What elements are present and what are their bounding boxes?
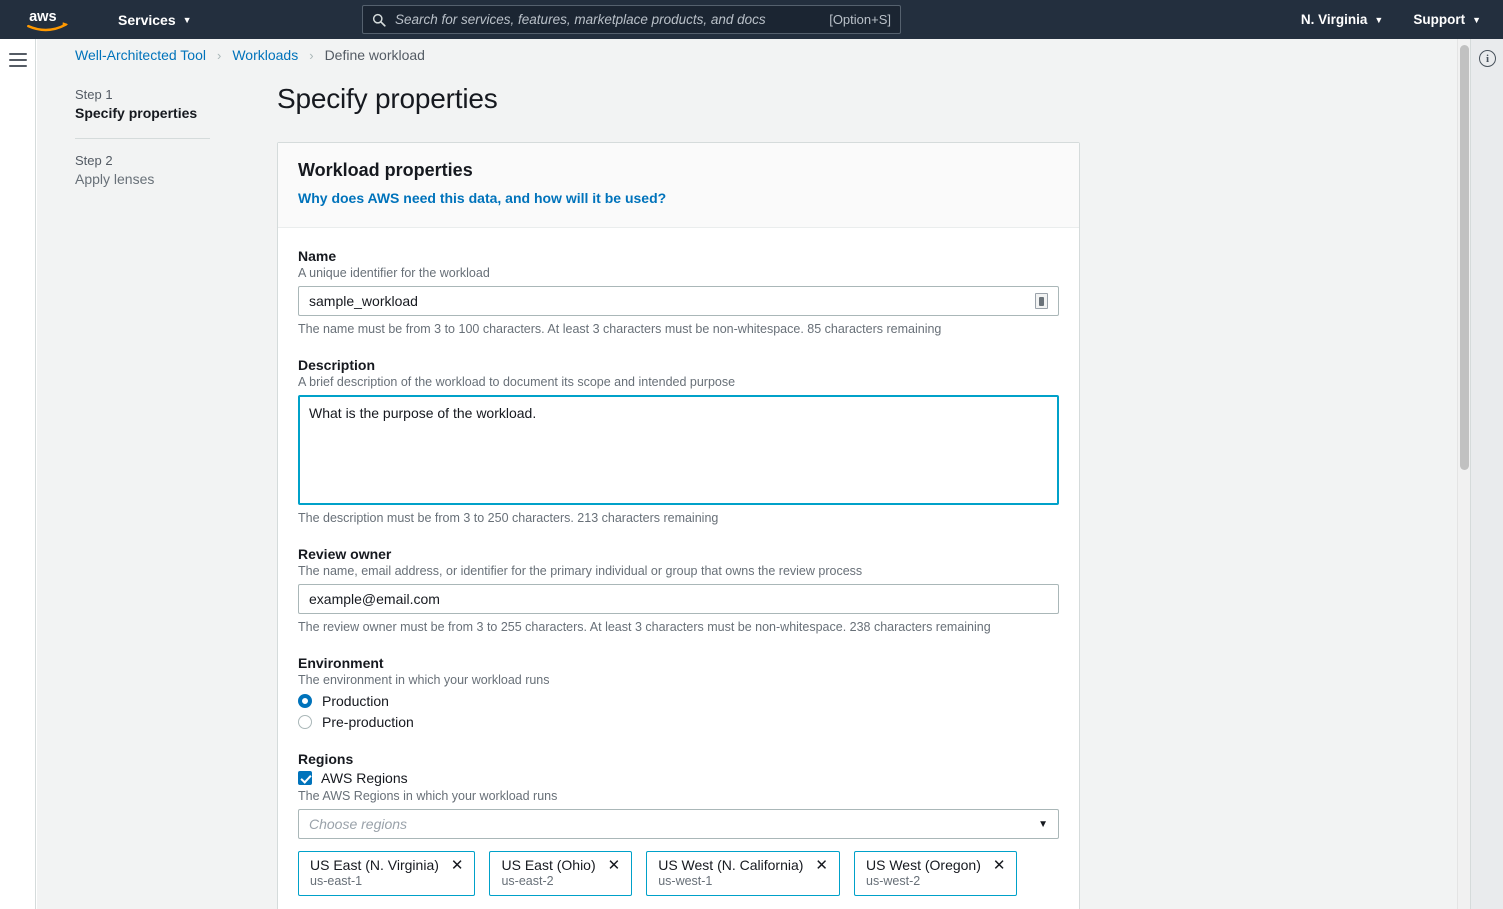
description-description: A brief description of the workload to d… — [298, 375, 736, 389]
step-number: Step 1 — [75, 87, 113, 102]
field-group-name: Name A unique identifier for the workloa… — [298, 248, 1059, 336]
review-owner-hint: The review owner must be from 3 to 255 c… — [298, 620, 991, 634]
selected-regions-token-list: US East (N. Virginia) ✕ us-east-1 US Eas… — [298, 851, 1059, 896]
description-label: Description — [298, 357, 376, 373]
regions-select-placeholder: Choose regions — [309, 816, 408, 832]
breadcrumb-separator-icon: › — [309, 47, 314, 63]
review-owner-input[interactable]: example@email.com — [298, 584, 1059, 614]
checkbox-aws-regions[interactable]: AWS Regions — [298, 770, 1059, 786]
hamburger-menu-icon[interactable] — [9, 53, 27, 67]
region-token[interactable]: US West (N. California) ✕ us-west-1 — [646, 851, 840, 896]
region-token-name: US East (Ohio) — [501, 857, 596, 873]
review-owner-label: Review owner — [298, 546, 392, 562]
environment-description: The environment in which your workload r… — [298, 673, 550, 687]
breadcrumb-separator-icon: › — [216, 47, 222, 63]
region-token-name: US West (Oregon) — [866, 857, 981, 873]
app-body: Well-Architected Tool › Workloads › Defi… — [0, 39, 1503, 909]
region-token[interactable]: US East (Ohio) ✕ us-east-2 — [489, 851, 633, 896]
svg-text:aws: aws — [29, 8, 57, 24]
card-title: Workload properties — [298, 160, 473, 180]
radio-production-label: Production — [322, 693, 389, 709]
step-title: Apply lenses — [75, 171, 155, 187]
description-textarea-value: What is the purpose of the workload. — [309, 405, 537, 421]
chevron-down-icon: ▼ — [1038, 818, 1048, 830]
regions-description: The AWS Regions in which your workload r… — [298, 789, 558, 803]
radio-production[interactable]: Production — [298, 693, 1059, 709]
field-group-regions: Regions AWS Regions The AWS Regions in w… — [298, 751, 1059, 896]
region-token[interactable]: US East (N. Virginia) ✕ us-east-1 — [298, 851, 476, 896]
regions-label: Regions — [298, 751, 354, 767]
scrollbar-thumb[interactable] — [1460, 45, 1469, 470]
workload-properties-card: Workload properties Why does AWS need th… — [277, 142, 1080, 909]
search-shortcut-hint: [Option+S] — [829, 12, 891, 27]
close-icon[interactable]: ✕ — [993, 858, 1006, 873]
chevron-down-icon: ▼ — [1374, 15, 1384, 25]
chevron-down-icon: ▼ — [182, 15, 192, 25]
sidebar-step-specify-properties[interactable]: Step 1 Specify properties — [75, 87, 275, 121]
name-label: Name — [298, 248, 337, 264]
sidebar-step-apply-lenses[interactable]: Step 2 Apply lenses — [75, 153, 275, 187]
chevron-down-icon: ▼ — [1472, 15, 1481, 25]
region-selector[interactable]: N. Virginia ▼ — [1293, 7, 1391, 32]
breadcrumb: Well-Architected Tool › Workloads › Defi… — [75, 47, 425, 63]
region-token[interactable]: US West (Oregon) ✕ us-west-2 — [854, 851, 1018, 896]
right-info-rail: i — [1470, 39, 1503, 909]
search-icon — [372, 13, 386, 27]
services-menu-button[interactable]: Services ▼ — [112, 8, 198, 32]
checkbox-aws-regions-label: AWS Regions — [321, 770, 408, 786]
name-hint: The name must be from 3 to 100 character… — [298, 322, 942, 336]
review-owner-description: The name, email address, or identifier f… — [298, 564, 863, 578]
breadcrumb-item-define-workload: Define workload — [324, 47, 425, 63]
autofill-icon[interactable] — [1035, 293, 1048, 309]
search-input[interactable]: Search for services, features, marketpla… — [395, 12, 829, 27]
breadcrumb-item-well-architected-tool[interactable]: Well-Architected Tool — [75, 47, 206, 63]
breadcrumb-item-workloads[interactable]: Workloads — [232, 47, 298, 63]
support-menu-label: Support — [1413, 12, 1466, 27]
name-description: A unique identifier for the workload — [298, 266, 490, 280]
radio-pre-production-label: Pre-production — [322, 714, 414, 730]
top-navigation-bar: aws Services ▼ Search for services, feat… — [0, 0, 1503, 39]
region-token-code: us-west-1 — [658, 874, 713, 888]
field-group-description: Description A brief description of the w… — [298, 357, 1059, 525]
close-icon[interactable]: ✕ — [608, 858, 621, 873]
steps-divider — [75, 138, 210, 139]
region-selector-label: N. Virginia — [1300, 12, 1368, 27]
services-menu-label: Services — [118, 11, 176, 28]
field-group-environment: Environment The environment in which you… — [298, 655, 1059, 730]
page-title: Specify properties — [277, 83, 498, 114]
checkbox-checked-icon[interactable] — [298, 771, 312, 785]
top-nav-right-group: N. Virginia ▼ Support ▼ — [1293, 0, 1503, 39]
name-input-value: sample_workload — [309, 293, 418, 309]
region-token-code: us-east-2 — [501, 874, 554, 888]
description-textarea[interactable]: What is the purpose of the workload. — [298, 395, 1059, 505]
global-search-bar[interactable]: Search for services, features, marketpla… — [362, 5, 901, 34]
main-content-area: Well-Architected Tool › Workloads › Defi… — [37, 39, 1458, 909]
card-body: Name A unique identifier for the workloa… — [278, 228, 1079, 909]
field-group-review-owner: Review owner The name, email address, or… — [298, 546, 1059, 634]
left-rail — [0, 39, 36, 909]
close-icon[interactable]: ✕ — [815, 858, 828, 873]
region-token-code: us-east-1 — [310, 874, 363, 888]
region-token-name: US West (N. California) — [658, 857, 804, 873]
name-input[interactable]: sample_workload — [298, 286, 1059, 316]
vertical-scrollbar[interactable] — [1457, 39, 1470, 909]
review-owner-input-value: example@email.com — [309, 591, 440, 607]
step-number: Step 2 — [75, 153, 113, 168]
why-aws-needs-data-link[interactable]: Why does AWS need this data, and how wil… — [298, 190, 666, 206]
environment-label: Environment — [298, 655, 384, 671]
close-icon[interactable]: ✕ — [451, 858, 464, 873]
region-token-name: US East (N. Virginia) — [310, 857, 439, 873]
radio-button-selected-icon[interactable] — [298, 694, 312, 708]
region-token-code: us-west-2 — [866, 874, 921, 888]
radio-pre-production[interactable]: Pre-production — [298, 714, 1059, 730]
info-icon[interactable]: i — [1479, 50, 1496, 67]
description-hint: The description must be from 3 to 250 ch… — [298, 511, 719, 525]
aws-logo-icon[interactable]: aws — [26, 5, 72, 35]
support-menu[interactable]: Support ▼ — [1405, 7, 1489, 32]
step-title: Specify properties — [75, 105, 198, 121]
card-header: Workload properties Why does AWS need th… — [278, 143, 1079, 228]
regions-select[interactable]: Choose regions ▼ — [298, 809, 1059, 839]
radio-button-icon[interactable] — [298, 715, 312, 729]
wizard-steps-sidebar: Step 1 Specify properties Step 2 Apply l… — [75, 87, 275, 187]
